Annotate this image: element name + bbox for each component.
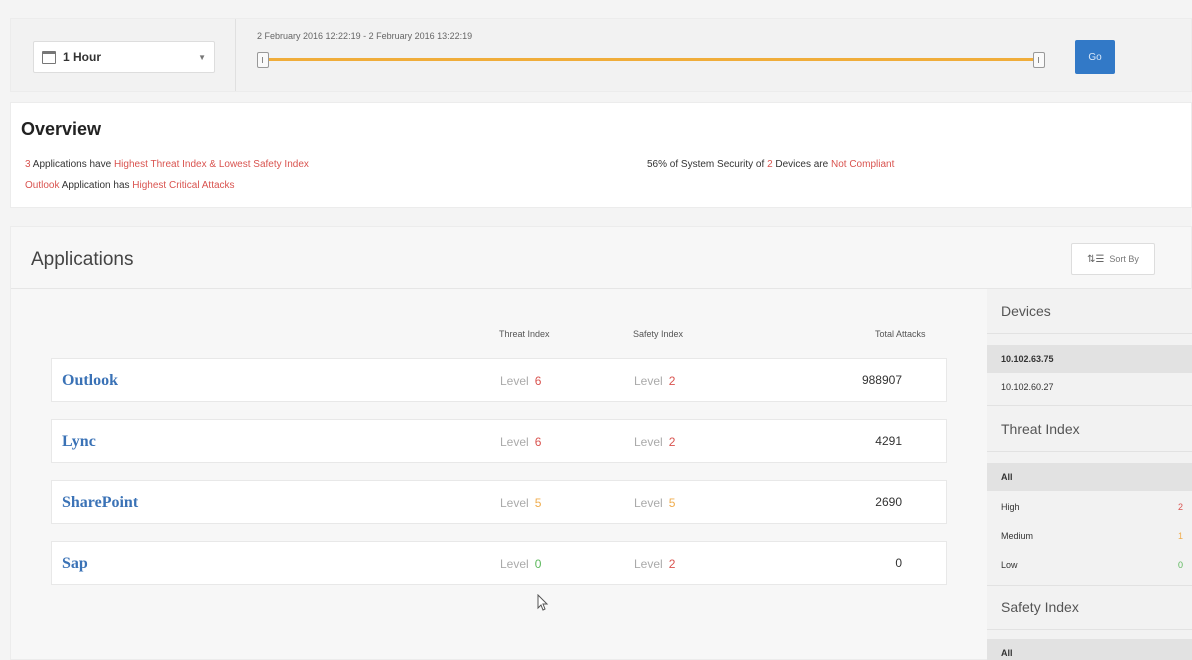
application-row[interactable]: SharePoint Level 5 Level 5 2690 <box>51 480 947 524</box>
level-value: 2 <box>668 435 676 449</box>
level-value: 6 <box>534 374 542 388</box>
calendar-icon <box>42 50 56 64</box>
applications-title: Applications <box>31 249 134 270</box>
filter-count: 0 <box>1177 560 1183 570</box>
overview-text: Devices are <box>772 159 831 170</box>
threat-filter-high[interactable]: High 2 <box>987 493 1192 521</box>
threat-safety-link[interactable]: Highest Threat Index & Lowest Safety Ind… <box>114 159 309 170</box>
level-value: 2 <box>668 557 676 571</box>
threat-level: Level 6 <box>500 374 541 388</box>
divider <box>987 333 1192 334</box>
divider <box>987 451 1192 452</box>
application-row[interactable]: Lync Level 6 Level 2 4291 <box>51 419 947 463</box>
device-item[interactable]: 10.102.63.75 <box>987 345 1192 373</box>
level-word: Level <box>500 435 529 449</box>
column-total-attacks: Total Attacks <box>875 329 926 339</box>
threat-index-title: Threat Index <box>1001 421 1080 437</box>
column-threat-index: Threat Index <box>499 329 550 339</box>
overview-text: 56% of System Security of <box>647 159 768 170</box>
application-name[interactable]: SharePoint <box>62 494 138 512</box>
level-word: Level <box>634 374 663 388</box>
application-row[interactable]: Outlook Level 6 Level 2 988907 <box>51 358 947 402</box>
filter-label: All <box>1001 472 1013 482</box>
device-item[interactable]: 10.102.60.27 <box>987 373 1192 401</box>
level-value: 5 <box>668 496 676 510</box>
sort-by-label: Sort By <box>1109 254 1139 264</box>
not-compliant-link[interactable]: Not Compliant <box>831 159 894 170</box>
column-safety-index: Safety Index <box>633 329 684 339</box>
filter-label: High <box>1001 502 1020 512</box>
overview-line-compliance: 56% of System Security of 2 Devices are … <box>647 159 894 170</box>
level-word: Level <box>634 435 663 449</box>
threat-level: Level 6 <box>500 435 541 449</box>
overview-text: Application has <box>59 180 133 191</box>
divider <box>235 19 236 91</box>
time-range-select[interactable]: 1 Hour ▼ <box>33 41 215 73</box>
total-attacks: 2690 <box>875 495 902 509</box>
level-word: Level <box>500 374 529 388</box>
chevron-down-icon: ▼ <box>198 52 206 62</box>
divider <box>987 585 1192 586</box>
slider-start-handle[interactable] <box>257 52 269 68</box>
overview-title: Overview <box>21 119 102 139</box>
total-attacks: 988907 <box>861 373 902 387</box>
level-word: Level <box>500 557 529 571</box>
applications-panel: Applications ⇅☰ Sort By Threat Index Saf… <box>10 226 1192 660</box>
level-word: Level <box>500 496 529 510</box>
application-name[interactable]: Lync <box>62 433 96 451</box>
safety-level: Level 5 <box>634 496 675 510</box>
sort-by-button[interactable]: ⇅☰ Sort By <box>1071 243 1155 275</box>
time-slider-track[interactable] <box>265 58 1041 61</box>
application-name[interactable]: Sap <box>62 555 88 573</box>
threat-filter-all[interactable]: All <box>987 463 1192 491</box>
level-value: 5 <box>534 496 542 510</box>
devices-title: Devices <box>1001 303 1051 319</box>
overview-line-apps: 3 Applications have Highest Threat Index… <box>25 159 309 170</box>
filter-label: Low <box>1001 560 1018 570</box>
level-value: 2 <box>668 374 676 388</box>
filter-count: 2 <box>1177 502 1183 512</box>
application-name[interactable]: Outlook <box>62 372 118 390</box>
time-range-text: 2 February 2016 12:22:19 - 2 February 20… <box>257 31 473 41</box>
overview-panel: Overview 3 Applications have Highest Thr… <box>10 102 1192 208</box>
safety-filter-all[interactable]: All <box>987 639 1192 660</box>
slider-end-handle[interactable] <box>1033 52 1045 68</box>
safety-level: Level 2 <box>634 557 675 571</box>
safety-level: Level 2 <box>634 374 675 388</box>
go-button[interactable]: Go <box>1075 40 1115 74</box>
level-value: 6 <box>534 435 542 449</box>
level-value: 0 <box>534 557 542 571</box>
applications-header: Applications ⇅☰ Sort By <box>11 227 1191 289</box>
divider <box>987 405 1192 406</box>
level-word: Level <box>634 557 663 571</box>
level-word: Level <box>634 496 663 510</box>
total-attacks: 0 <box>895 556 902 570</box>
overview-text: Applications have <box>30 159 114 170</box>
filter-count: 1 <box>1177 531 1183 541</box>
threat-filter-medium[interactable]: Medium 1 <box>987 522 1192 550</box>
filter-label: Medium <box>1001 531 1034 541</box>
safety-index-title: Safety Index <box>1001 599 1079 615</box>
filter-label: All <box>1001 648 1013 658</box>
safety-level: Level 2 <box>634 435 675 449</box>
outlook-link[interactable]: Outlook <box>25 180 59 191</box>
overview-line-critical: Outlook Application has Highest Critical… <box>25 180 235 191</box>
application-row[interactable]: Sap Level 0 Level 2 0 <box>51 541 947 585</box>
threat-level: Level 5 <box>500 496 541 510</box>
threat-level: Level 0 <box>500 557 541 571</box>
divider <box>987 629 1192 630</box>
sort-icon: ⇅☰ <box>1087 253 1105 265</box>
filter-sidebar: Devices 10.102.63.75 10.102.60.27 Threat… <box>987 289 1192 660</box>
threat-filter-low[interactable]: Low 0 <box>987 551 1192 579</box>
critical-attacks-link[interactable]: Highest Critical Attacks <box>132 180 234 191</box>
time-range-value: 1 Hour <box>63 50 102 64</box>
total-attacks: 4291 <box>875 434 902 448</box>
time-range-bar: 1 Hour ▼ 2 February 2016 12:22:19 - 2 Fe… <box>10 18 1192 92</box>
